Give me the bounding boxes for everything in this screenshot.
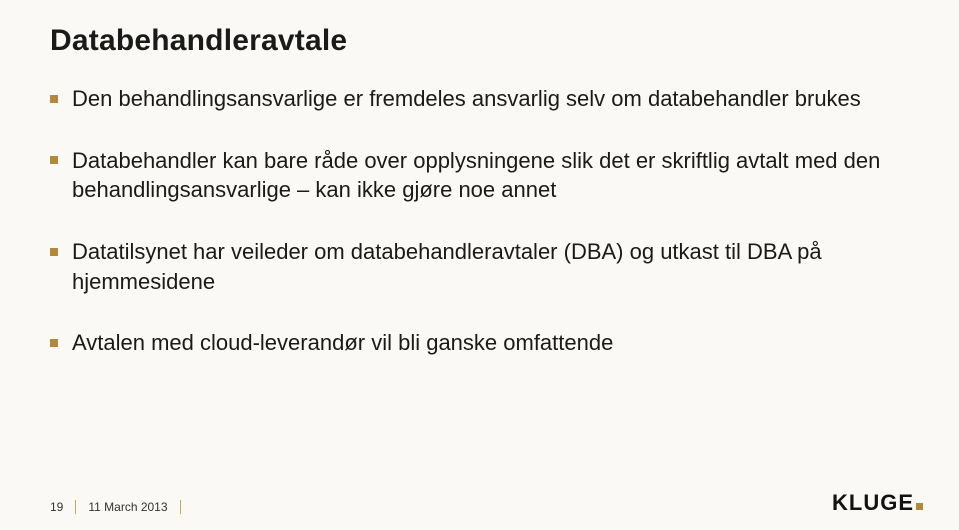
footer-separator bbox=[180, 500, 181, 514]
footer-date: 11 March 2013 bbox=[88, 500, 167, 514]
page-number: 19 bbox=[50, 500, 63, 514]
bullet-item: Avtalen med cloud-leverandør vil bli gan… bbox=[50, 328, 909, 358]
footer-separator bbox=[75, 500, 76, 514]
slide-title: Databehandleravtale bbox=[50, 24, 909, 58]
bullet-item: Datatilsynet har veileder om databehandl… bbox=[50, 237, 909, 296]
slide-footer: 19 11 March 2013 bbox=[50, 500, 193, 514]
bullet-item: Databehandler kan bare råde over opplysn… bbox=[50, 146, 909, 205]
brand-dot-icon bbox=[916, 503, 923, 510]
brand-logo: KLUGE bbox=[832, 490, 923, 516]
bullet-list: Den behandlingsansvarlige er fremdeles a… bbox=[50, 84, 909, 358]
slide: Databehandleravtale Den behandlingsansva… bbox=[0, 0, 959, 530]
brand-name: KLUGE bbox=[832, 490, 914, 516]
bullet-item: Den behandlingsansvarlige er fremdeles a… bbox=[50, 84, 909, 114]
